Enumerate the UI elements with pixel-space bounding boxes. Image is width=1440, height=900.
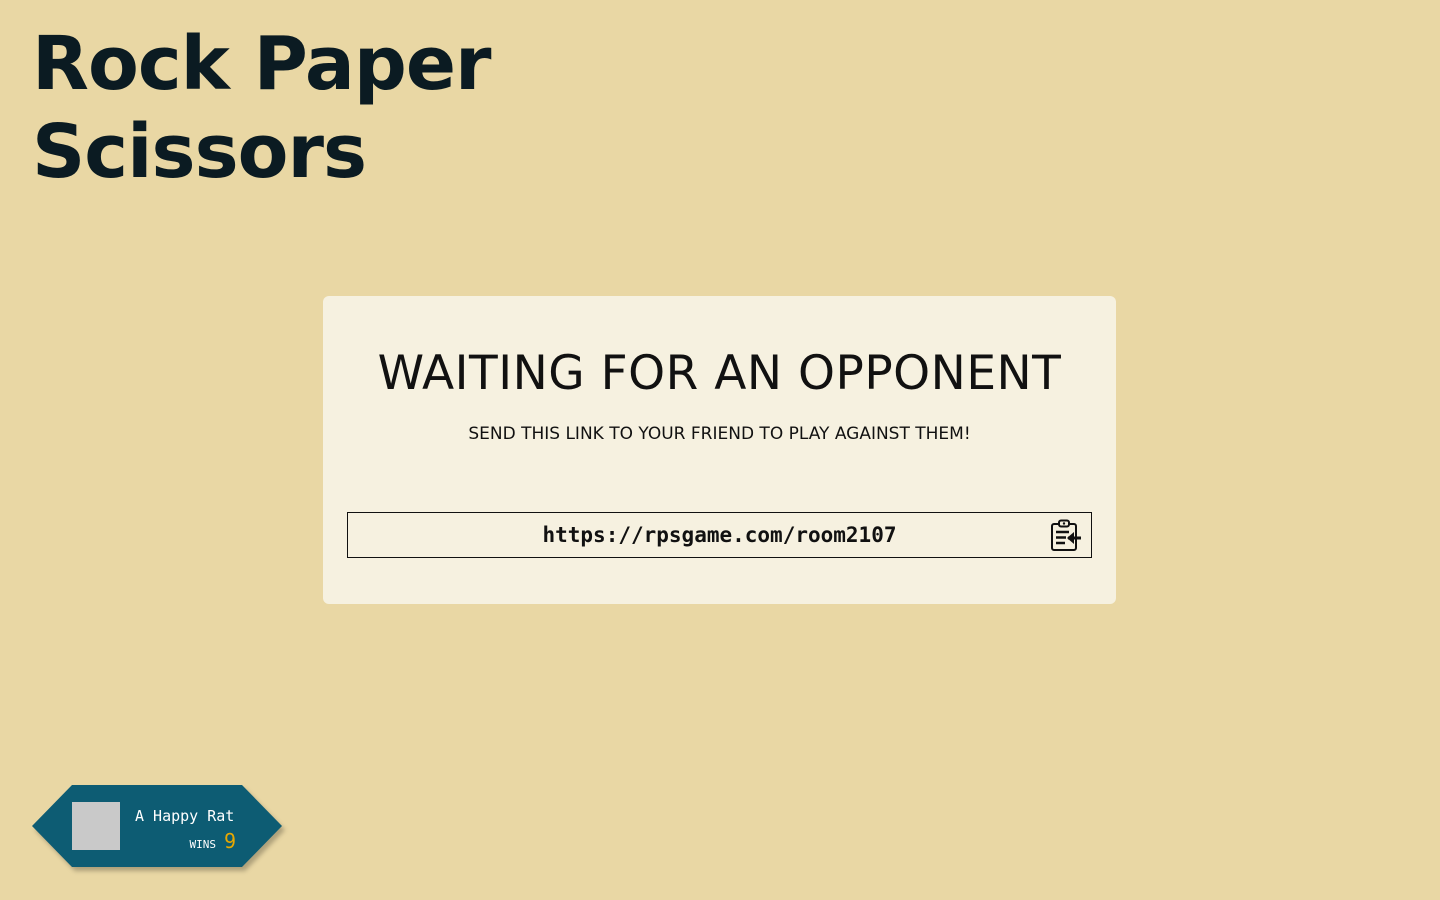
player-badge-background <box>32 785 282 867</box>
app-title-line-2: Scissors <box>32 109 367 195</box>
player-name: A Happy Rat <box>135 807 235 825</box>
clipboard-copy-icon[interactable] <box>1049 518 1083 552</box>
player-badge: A Happy Rat WINS 9 <box>32 785 284 869</box>
player-wins: WINS 9 <box>189 829 236 853</box>
invite-link-text[interactable]: https://rpsgame.com/room2107 <box>348 513 1091 557</box>
invite-link-field[interactable]: https://rpsgame.com/room2107 <box>347 512 1092 558</box>
app-title: Rock Paper Scissors <box>32 20 532 196</box>
app-title-line-1: Rock Paper <box>32 21 492 107</box>
waiting-heading: WAITING FOR AN OPPONENT <box>377 346 1062 401</box>
waiting-subheading: SEND THIS LINK TO YOUR FRIEND TO PLAY AG… <box>468 424 971 444</box>
player-avatar <box>72 802 120 850</box>
wins-label: WINS <box>189 838 216 851</box>
wins-count: 9 <box>223 829 236 853</box>
copy-link-button[interactable] <box>1049 518 1083 552</box>
waiting-card: WAITING FOR AN OPPONENT SEND THIS LINK T… <box>323 296 1116 604</box>
